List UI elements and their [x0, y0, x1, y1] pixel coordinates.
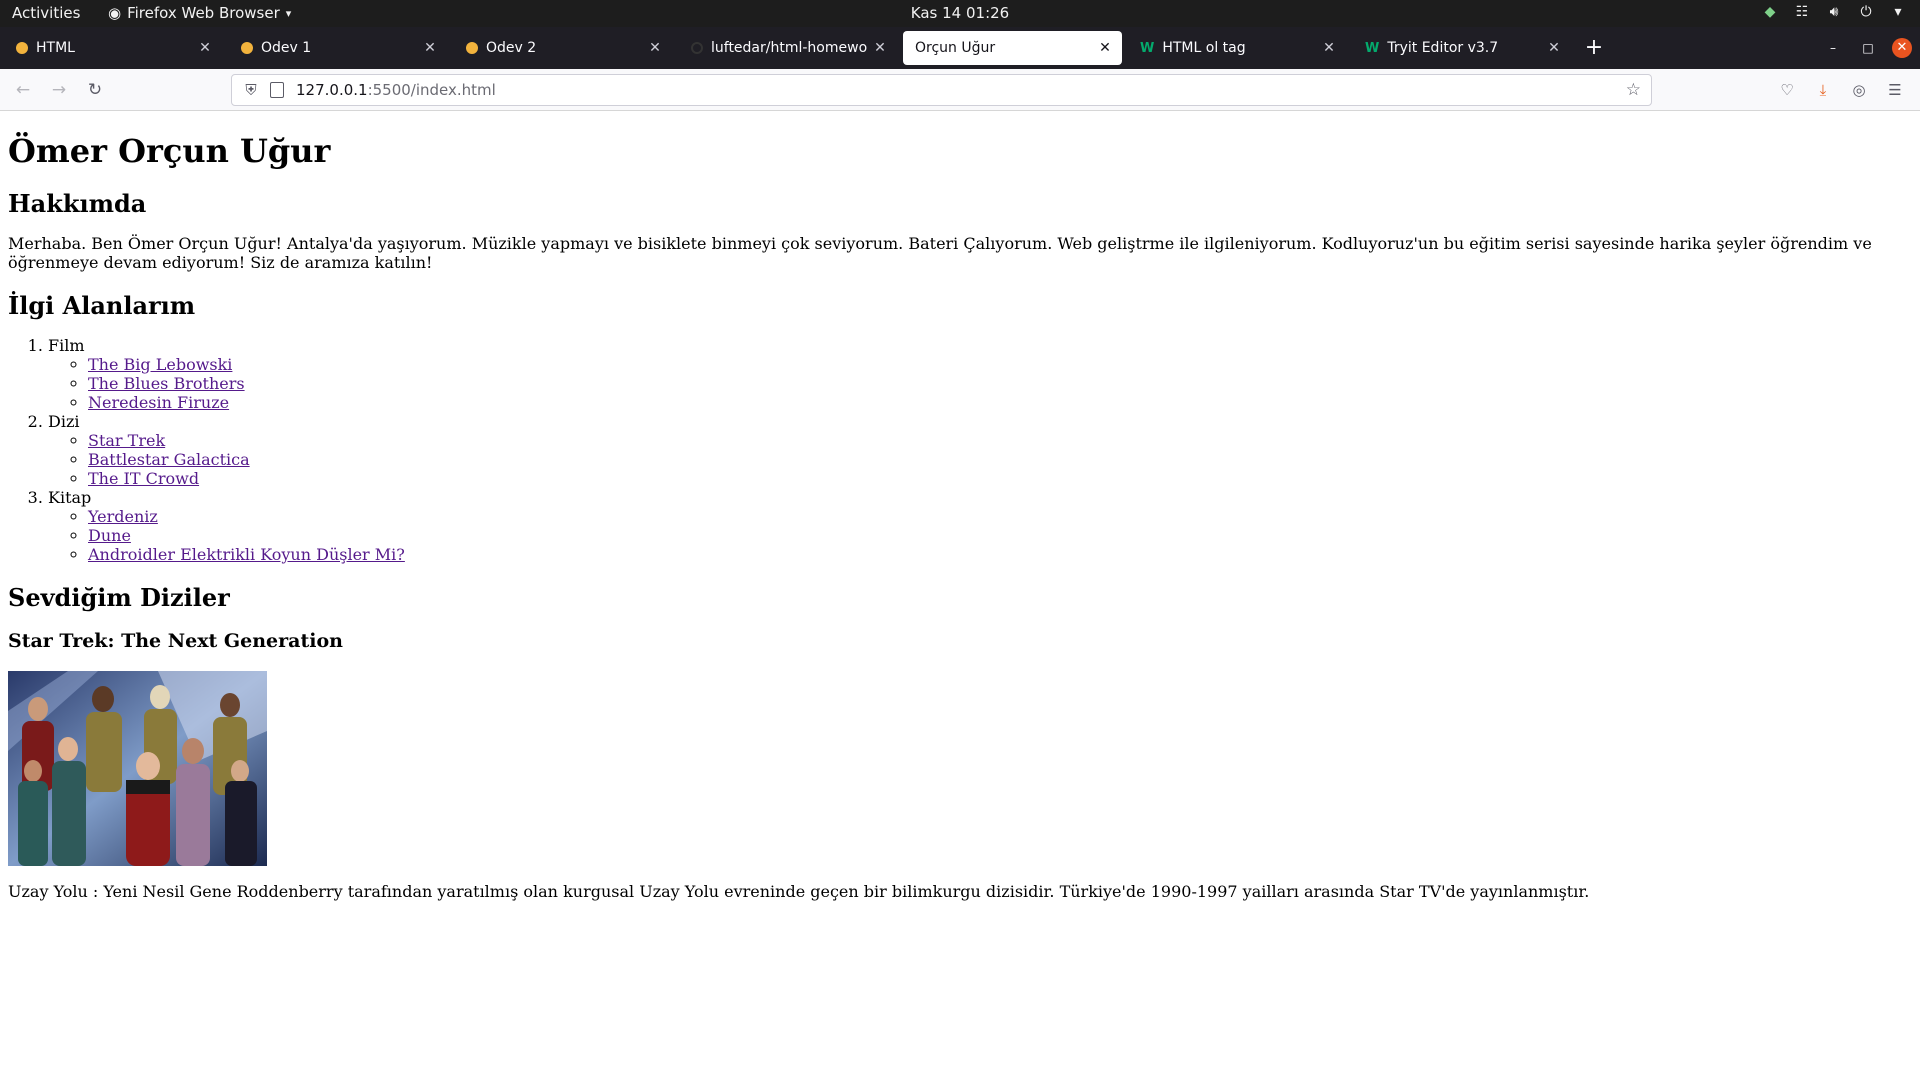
- tab-title: HTML ol tag: [1162, 40, 1246, 56]
- activities-button[interactable]: Activities: [12, 4, 80, 22]
- interest-label: Dizi: [48, 412, 80, 431]
- tab-title: Tryit Editor v3.7: [1387, 40, 1499, 56]
- film-list: The Big Lebowski The Blues Brothers Nere…: [48, 355, 1912, 412]
- back-button[interactable]: ←: [12, 79, 34, 101]
- bookmark-star-icon[interactable]: ☆: [1626, 80, 1641, 100]
- tab-title: HTML: [36, 40, 75, 56]
- close-icon[interactable]: ✕: [1541, 40, 1567, 56]
- page-title: Ömer Orçun Uğur: [8, 132, 331, 170]
- list-item: Neredesin Firuze: [88, 393, 1912, 412]
- tab-title: Ödev 1: [261, 40, 312, 56]
- list-item: The Big Lebowski: [88, 355, 1912, 374]
- network-icon[interactable]: ☷: [1794, 4, 1810, 20]
- tab-tryit-editor[interactable]: W Tryit Editor v3.7 ✕: [1353, 31, 1571, 65]
- minimize-button[interactable]: –: [1823, 38, 1843, 58]
- tab-orcun-ugur[interactable]: Orçun Uğur ✕: [903, 31, 1122, 65]
- about-text: Merhaba. Ben Ömer Orçun Uğur! Antalya'da…: [8, 234, 1872, 272]
- maximize-button[interactable]: □: [1858, 38, 1878, 58]
- w3schools-icon: W: [1365, 40, 1380, 56]
- list-item: Androidler Elektrikli Koyun Düşler Mi?: [88, 545, 1912, 564]
- list-item: Dune: [88, 526, 1912, 545]
- tab-html[interactable]: HTML ✕: [4, 31, 222, 65]
- app-menu-label: Firefox Web Browser: [127, 4, 280, 22]
- tab-title: Orçun Uğur: [915, 40, 996, 56]
- tab-github[interactable]: luftedar/html-homework ✕: [679, 31, 897, 65]
- about-heading: Hakkımda: [8, 189, 147, 218]
- favorites-heading: Sevdiğim Diziler: [8, 583, 230, 612]
- power-icon[interactable]: ⏻: [1858, 4, 1874, 20]
- interest-kitap: Kitap Yerdeniz Dune Androidler Elektrikl…: [48, 488, 1912, 564]
- tab-odev-2[interactable]: Ödev 2 ✕: [454, 31, 672, 65]
- close-icon[interactable]: ✕: [192, 40, 218, 56]
- link-neredesin-firuze[interactable]: Neredesin Firuze: [88, 393, 229, 412]
- url-text[interactable]: 127.0.0.1:5500/index.html: [296, 81, 496, 99]
- navigation-toolbar: ← → ↻ ⛨ 127.0.0.1:5500/index.html ☆ ♡ ⤓ …: [0, 69, 1920, 111]
- link-it-crowd[interactable]: The IT Crowd: [88, 469, 199, 488]
- link-dune[interactable]: Dune: [88, 526, 131, 545]
- interest-label: Film: [48, 336, 85, 355]
- shield-icon[interactable]: ◆: [1762, 4, 1778, 20]
- app-menu[interactable]: ◉ Firefox Web Browser ▾: [108, 4, 291, 22]
- pocket-icon[interactable]: ♡: [1776, 79, 1798, 101]
- link-androidler[interactable]: Androidler Elektrikli Koyun Düşler Mi?: [88, 545, 405, 564]
- tab-odev-1[interactable]: Ödev 1 ✕: [229, 31, 447, 65]
- series-list: Star Trek Battlestar Galactica The IT Cr…: [48, 431, 1912, 488]
- menu-icon[interactable]: ☰: [1884, 79, 1906, 101]
- link-big-lebowski[interactable]: The Big Lebowski: [88, 355, 232, 374]
- link-blues-brothers[interactable]: The Blues Brothers: [88, 374, 245, 393]
- tracking-protection-icon[interactable]: ⛨: [242, 81, 260, 99]
- interest-label: Kitap: [48, 488, 92, 507]
- link-yerdeniz[interactable]: Yerdeniz: [88, 507, 158, 526]
- close-window-button[interactable]: ✕: [1892, 38, 1912, 58]
- close-icon[interactable]: ✕: [1316, 40, 1342, 56]
- link-star-trek[interactable]: Star Trek: [88, 431, 165, 450]
- volume-icon[interactable]: 🔊︎: [1826, 4, 1842, 20]
- close-icon[interactable]: ✕: [417, 40, 443, 56]
- w3schools-icon: W: [1140, 40, 1155, 56]
- reload-button[interactable]: ↻: [84, 79, 106, 101]
- list-item: Star Trek: [88, 431, 1912, 450]
- close-icon[interactable]: ✕: [1092, 40, 1118, 56]
- tab-title: luftedar/html-homework: [711, 40, 867, 56]
- interest-film: Film The Big Lebowski The Blues Brothers…: [48, 336, 1912, 412]
- list-item: Yerdeniz: [88, 507, 1912, 526]
- download-icon[interactable]: ⤓: [1812, 79, 1834, 101]
- chevron-down-icon[interactable]: ▾: [1890, 4, 1906, 20]
- tab-html-ol-tag[interactable]: W HTML ol tag ✕: [1128, 31, 1346, 65]
- list-item: The IT Crowd: [88, 469, 1912, 488]
- url-host: 127.0.0.1: [296, 81, 368, 99]
- url-path: :5500/index.html: [367, 81, 496, 99]
- book-list: Yerdeniz Dune Androidler Elektrikli Koyu…: [48, 507, 1912, 564]
- interest-dizi: Dizi Star Trek Battlestar Galactica The …: [48, 412, 1912, 488]
- interests-list: Film The Big Lebowski The Blues Brothers…: [8, 336, 1912, 564]
- close-icon[interactable]: ✕: [642, 40, 668, 56]
- address-bar[interactable]: ⛨ 127.0.0.1:5500/index.html ☆: [231, 74, 1652, 106]
- html-file-icon: [16, 42, 28, 54]
- system-top-bar: Activities ◉ Firefox Web Browser ▾ Kas 1…: [0, 0, 1920, 27]
- link-battlestar-galactica[interactable]: Battlestar Galactica: [88, 450, 250, 469]
- tab-strip: HTML ✕ Ödev 1 ✕ Ödev 2 ✕ luftedar/html-h…: [0, 27, 1920, 69]
- interests-heading: İlgi Alanlarım: [8, 291, 196, 320]
- new-tab-button[interactable]: +: [1582, 37, 1606, 61]
- firefox-icon: ◉: [108, 4, 122, 22]
- github-icon: [691, 42, 703, 54]
- caret-down-icon: ▾: [285, 6, 292, 20]
- list-item: Battlestar Galactica: [88, 450, 1912, 469]
- close-icon[interactable]: ✕: [867, 40, 893, 56]
- html-file-icon: [466, 42, 478, 54]
- tab-title: Ödev 2: [486, 40, 537, 56]
- page-info-icon[interactable]: [270, 82, 284, 98]
- star-trek-cast-photo: [8, 671, 267, 866]
- page-content: Ömer Orçun Uğur Hakkımda Merhaba. Ben Öm…: [8, 111, 1912, 1080]
- html-file-icon: [241, 42, 253, 54]
- account-icon[interactable]: ◎: [1848, 79, 1870, 101]
- system-tray[interactable]: ◆ ☷ 🔊︎ ⏻ ▾: [1762, 4, 1906, 20]
- list-item: The Blues Brothers: [88, 374, 1912, 393]
- show-description: Uzay Yolu : Yeni Nesil Gene Roddenberry …: [8, 882, 1590, 901]
- forward-button[interactable]: →: [48, 79, 70, 101]
- show-title: Star Trek: The Next Generation: [8, 630, 343, 652]
